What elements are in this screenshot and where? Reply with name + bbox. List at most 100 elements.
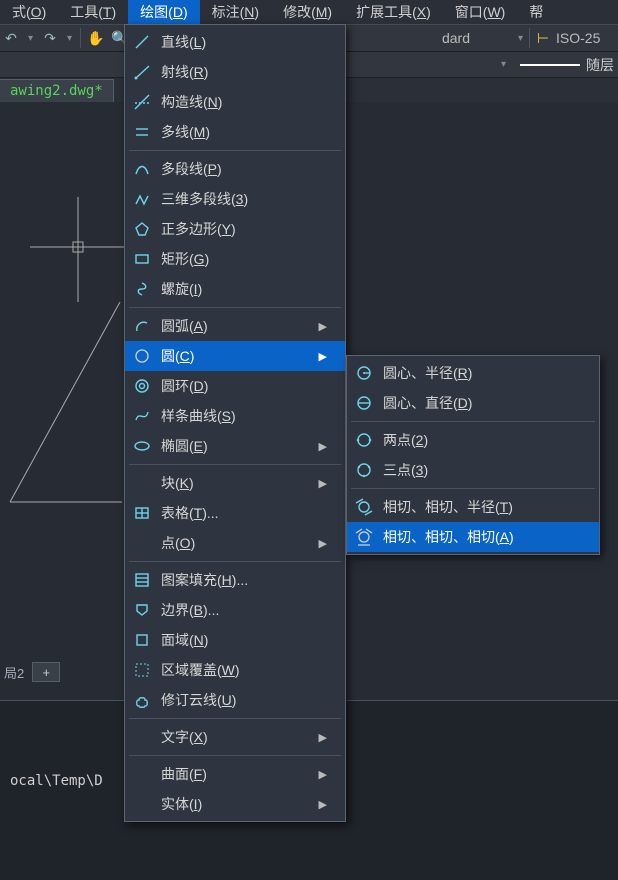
menuitem-hatch[interactable]: 图案填充(H)... (125, 565, 345, 595)
menuitem-c6[interactable]: 相切、相切、相切(A) (347, 522, 599, 552)
menu-T[interactable]: 工具(T) (58, 0, 128, 24)
circle-submenu: 圆心、半径(R) 圆心、直径(D) 两点(2)三点(3) 相切、相切、半径(T) 相切、… (346, 355, 600, 555)
menuitem-label: 椭圆(E) (161, 436, 305, 456)
donut-icon (131, 375, 153, 397)
submenu-arrow-icon: ▶ (319, 350, 327, 363)
table-icon (131, 502, 153, 524)
menuitem-label: 曲面(F) (161, 764, 305, 784)
menuitem-item[interactable]: 点(O)▶ (125, 528, 345, 558)
draw-menu: 直线(L) 射线(R)构造线(N)多线(M) 多段线(P) 三维多段线(3) 正多边形(… (124, 24, 346, 822)
menuitem-item[interactable]: 文字(X) ▶ (125, 722, 345, 752)
menuitem-label: 多段线(P) (161, 159, 327, 179)
submenu-arrow-icon: ▶ (319, 537, 327, 550)
menuitem-label: 圆环(D) (161, 376, 327, 396)
menuitem-label: 修订云线(U) (161, 690, 327, 710)
menuitem-polygon[interactable]: 正多边形(Y) (125, 214, 345, 244)
menuitem-label: 螺旋(I) (161, 279, 327, 299)
revcloud-icon (131, 689, 153, 711)
menuitem-line[interactable]: 直线(L) (125, 27, 345, 57)
menuitem-label: 边界(B)... (161, 600, 327, 620)
menuitem-item[interactable]: 块(K) ▶ (125, 468, 345, 498)
menuitem-ray[interactable]: 射线(R) (125, 57, 345, 87)
region-icon (131, 629, 153, 651)
wipeout-icon (131, 659, 153, 681)
menuitem-c2[interactable]: 圆心、直径(D) (347, 388, 599, 418)
menuitem-item[interactable]: 曲面(F) ▶ (125, 759, 345, 789)
menuitem-label: 文字(X) (161, 727, 305, 747)
submenu-arrow-icon: ▶ (319, 440, 327, 453)
add-layout-button[interactable]: + (32, 662, 60, 682)
undo-icon[interactable]: ↶ (2, 29, 20, 47)
menuitem-ellipse[interactable]: 椭圆(E) ▶ (125, 431, 345, 461)
text-style-field[interactable]: dard (442, 30, 512, 46)
menu-N[interactable]: 标注(N) (200, 0, 271, 24)
menu-item[interactable]: 帮 (517, 0, 555, 24)
dropdown-arrow-icon[interactable]: ▾ (516, 33, 525, 44)
layout-tab[interactable]: 局2 (4, 663, 24, 682)
3dpoly-icon (131, 188, 153, 210)
menuitem-label: 相切、相切、半径(T) (383, 497, 581, 517)
command-text: ocal\Temp\D (10, 773, 103, 789)
dropdown-arrow-icon[interactable]: ▾ (499, 59, 508, 70)
submenu-arrow-icon: ▶ (319, 477, 327, 490)
menuitem-c5[interactable]: 相切、相切、半径(T) (347, 492, 599, 522)
menuitem-label: 三维多段线(3) (161, 189, 327, 209)
menuitem-pline[interactable]: 多段线(P) (125, 154, 345, 184)
menuitem-label: 直线(L) (161, 32, 327, 52)
layout-tabs: 局2 + (0, 660, 60, 684)
file-tab[interactable]: awing2.dwg* (0, 79, 114, 102)
mline-icon (131, 121, 153, 143)
menu-O[interactable]: 式(O) (0, 0, 58, 24)
c4-icon (353, 459, 375, 481)
redo-icon[interactable]: ↷ (41, 29, 59, 47)
line-icon (131, 31, 153, 53)
rect-icon (131, 248, 153, 270)
menuitem-c3[interactable]: 两点(2) (347, 425, 599, 455)
hatch-icon (131, 569, 153, 591)
ray-icon (131, 61, 153, 83)
menuitem-rect[interactable]: 矩形(G) (125, 244, 345, 274)
menu-X[interactable]: 扩展工具(X) (344, 0, 443, 24)
menuitem-label: 块(K) (161, 473, 305, 493)
dropdown-arrow-icon[interactable]: ▾ (26, 33, 35, 44)
menuitem-revcloud[interactable]: 修订云线(U) (125, 685, 345, 715)
menuitem-arc[interactable]: 圆弧(A)▶ (125, 311, 345, 341)
dropdown-arrow-icon[interactable]: ▾ (65, 33, 74, 44)
menuitem-circle[interactable]: 圆(C)▶ (125, 341, 345, 371)
menuitem-boundary[interactable]: 边界(B)... (125, 595, 345, 625)
submenu-arrow-icon: ▶ (319, 320, 327, 333)
menuitem-c1[interactable]: 圆心、半径(R) (347, 358, 599, 388)
menuitem-donut[interactable]: 圆环(D) (125, 371, 345, 401)
menuitem-label: 圆心、半径(R) (383, 363, 581, 383)
submenu-arrow-icon: ▶ (319, 768, 327, 781)
circle-icon (131, 345, 153, 367)
submenu-arrow-icon: ▶ (319, 731, 327, 744)
menu-D[interactable]: 绘图(D) (128, 0, 199, 24)
pan-icon[interactable]: ✋ (87, 29, 105, 47)
pline-icon (131, 158, 153, 180)
menuitem-3dpoly[interactable]: 三维多段线(3) (125, 184, 345, 214)
menuitem-mline[interactable]: 多线(M) (125, 117, 345, 147)
menuitem-xline[interactable]: 构造线(N) (125, 87, 345, 117)
xline-icon (131, 91, 153, 113)
menu-W[interactable]: 窗口(W) (443, 0, 518, 24)
ellipse-icon (131, 435, 153, 457)
menuitem-label: 正多边形(Y) (161, 219, 327, 239)
linetype-swatch[interactable] (520, 64, 580, 66)
c2-icon (353, 392, 375, 414)
menuitem-c4[interactable]: 三点(3) (347, 455, 599, 485)
layer-label[interactable]: 随层 (586, 55, 614, 75)
menuitem-label: 矩形(G) (161, 249, 327, 269)
dim-style-field[interactable]: ISO-25 (556, 30, 616, 46)
blank-icon (131, 532, 153, 554)
menu-M[interactable]: 修改(M) (271, 0, 344, 24)
menuitem-helix[interactable]: 螺旋(I) (125, 274, 345, 304)
menuitem-region[interactable]: 面域(N) (125, 625, 345, 655)
menuitem-table[interactable]: 表格(T)... (125, 498, 345, 528)
dim-style-icon[interactable]: ⊢ (534, 29, 552, 47)
menuitem-wipeout[interactable]: 区域覆盖(W) (125, 655, 345, 685)
helix-icon (131, 278, 153, 300)
menuitem-item[interactable]: 实体(I)▶ (125, 789, 345, 819)
c3-icon (353, 429, 375, 451)
menuitem-spline[interactable]: 样条曲线(S) (125, 401, 345, 431)
